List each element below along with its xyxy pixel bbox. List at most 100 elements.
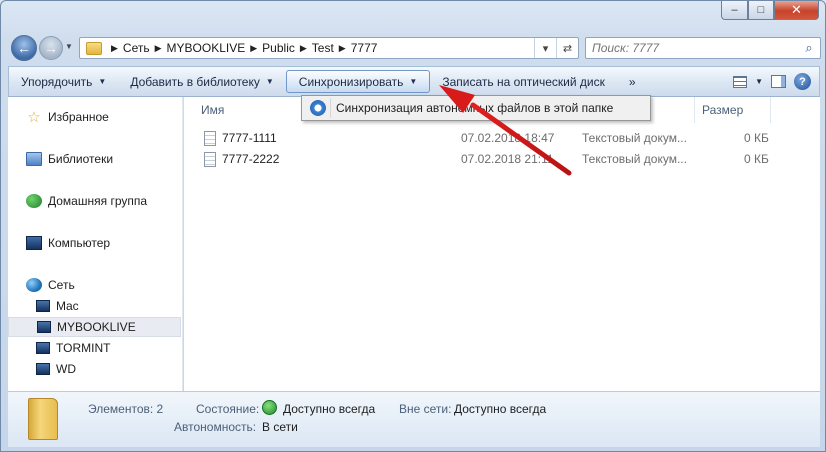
breadcrumb-separator-icon[interactable]: ▶ — [250, 43, 257, 54]
back-button[interactable]: ← — [11, 35, 37, 61]
nav-item-label: WD — [56, 362, 76, 376]
nav-libraries[interactable]: Библиотеки — [8, 149, 181, 169]
maximize-button[interactable]: □ — [748, 1, 774, 20]
nav-favorites[interactable]: ☆ Избранное — [8, 107, 181, 127]
breadcrumb-7777[interactable]: 7777 — [351, 41, 378, 55]
nav-item-label: Mac — [56, 299, 79, 313]
text-document-icon — [204, 152, 216, 167]
breadcrumb-mybooklive[interactable]: MYBOOKLIVE — [167, 41, 246, 55]
burn-label: Записать на оптический диск — [442, 74, 605, 89]
column-header-name[interactable]: Имя — [201, 103, 224, 117]
status-label: Состояние: — [196, 402, 260, 416]
preview-pane-icon[interactable] — [771, 75, 786, 88]
add-to-library-button[interactable]: Добавить в библиотеку ▼ — [118, 70, 285, 93]
help-icon[interactable]: ? — [794, 73, 811, 90]
nav-computer-label: Компьютер — [48, 236, 111, 250]
maximize-icon: □ — [757, 4, 765, 16]
chevron-down-icon[interactable]: ▼ — [755, 77, 763, 86]
network-icon — [26, 278, 42, 292]
breadcrumb-separator-icon[interactable]: ▶ — [155, 43, 162, 54]
nav-item-label: TORMINT — [56, 341, 111, 355]
toolbar-right: ▼ ? — [733, 73, 819, 90]
column-divider[interactable] — [694, 97, 695, 123]
file-row[interactable]: 7777-2222 07.02.2018 21:11 Текстовый док… — [184, 149, 820, 169]
navigation-row: ← → ▼ ▶ Сеть ▶ MYBOOKLIVE ▶ Public ▶ Tes… — [9, 35, 821, 61]
organize-button[interactable]: Упорядочить ▼ — [9, 70, 118, 93]
address-dropdown-button[interactable]: ▾ — [534, 38, 556, 58]
chevron-down-icon: ▾ — [542, 42, 549, 55]
view-options-icon[interactable] — [733, 75, 748, 88]
status-value: Доступно всегда — [283, 402, 376, 416]
search-icon[interactable]: ⌕ — [798, 40, 820, 56]
text-document-icon — [204, 131, 216, 146]
close-icon: ✕ — [791, 2, 802, 17]
file-date: 07.02.2018 21:11 — [461, 152, 554, 166]
breadcrumb-public[interactable]: Public — [262, 41, 295, 55]
file-list: Имя Размер 7777-1111 07.02.2018 18:47 Те… — [184, 97, 820, 391]
breadcrumb-separator-icon[interactable]: ▶ — [339, 43, 346, 54]
sync-label: Синхронизировать — [298, 74, 404, 89]
nav-network-wd[interactable]: WD — [8, 359, 181, 379]
breadcrumb-network[interactable]: Сеть — [123, 41, 150, 55]
search-box[interactable]: ⌕ — [585, 37, 821, 59]
network-computer-icon — [37, 321, 51, 333]
sync-icon — [310, 100, 326, 116]
column-divider[interactable] — [770, 97, 771, 123]
nav-network[interactable]: Сеть — [8, 275, 181, 295]
command-bar: Упорядочить ▼ Добавить в библиотеку ▼ Си… — [8, 66, 820, 97]
address-bar[interactable]: ▶ Сеть ▶ MYBOOKLIVE ▶ Public ▶ Test ▶ 77… — [79, 37, 579, 59]
sync-offline-files-label: Синхронизация автономных файлов в этой п… — [336, 101, 614, 115]
breadcrumb-separator-icon[interactable]: ▶ — [300, 43, 307, 54]
homegroup-icon — [26, 194, 42, 208]
nav-computer[interactable]: Компьютер — [8, 233, 181, 253]
recent-pages-dropdown-icon[interactable]: ▼ — [65, 42, 73, 51]
nav-libraries-label: Библиотеки — [48, 152, 114, 166]
library-icon — [26, 152, 42, 166]
add-to-library-label: Добавить в библиотеку — [130, 74, 260, 89]
nav-network-tormint[interactable]: TORMINT — [8, 338, 181, 358]
more-commands-button[interactable]: » — [617, 70, 648, 93]
more-commands-label: » — [628, 74, 636, 89]
chevron-down-icon: ▼ — [265, 77, 274, 86]
chevron-down-icon: ▼ — [409, 77, 418, 86]
minimize-icon: ‒ — [731, 4, 738, 16]
offline-value: Доступно всегда — [454, 402, 547, 416]
caption-buttons: ‒ □ ✕ — [721, 1, 819, 20]
search-input[interactable] — [592, 41, 792, 55]
folder-icon — [86, 41, 102, 55]
autonomy-value: В сети — [262, 420, 298, 434]
minimize-button[interactable]: ‒ — [721, 1, 748, 20]
back-arrow-icon: ← — [17, 40, 31, 56]
burn-button[interactable]: Записать на оптический диск — [430, 70, 617, 93]
network-computer-icon — [36, 342, 50, 354]
file-size: 0 КБ — [744, 152, 769, 166]
nav-network-mac[interactable]: Mac — [8, 296, 181, 316]
column-header-size[interactable]: Размер — [702, 103, 743, 117]
star-icon: ☆ — [27, 109, 41, 126]
breadcrumb-separator-icon[interactable]: ▶ — [111, 43, 118, 54]
computer-icon — [26, 236, 42, 250]
nav-item-label: MYBOOKLIVE — [57, 320, 136, 334]
offline-label: Вне сети: — [399, 402, 452, 416]
breadcrumb-test[interactable]: Test — [312, 41, 334, 55]
network-computer-icon — [36, 363, 50, 375]
forward-button[interactable]: → — [39, 36, 63, 60]
nav-favorites-label: Избранное — [48, 110, 109, 124]
refresh-icon: ⇄ — [562, 42, 573, 55]
item-count: Элементов: 2 — [88, 402, 164, 416]
autonomy-label: Автономность: — [174, 420, 257, 434]
navigation-pane: ☆ Избранное Библиотеки Домашняя группа К… — [8, 97, 183, 391]
refresh-button[interactable]: ⇄ — [556, 38, 578, 58]
organize-label: Упорядочить — [21, 74, 93, 89]
nav-network-label: Сеть — [48, 278, 75, 292]
file-date: 07.02.2018 18:47 — [461, 131, 555, 145]
sync-offline-files-menu-item[interactable]: Синхронизация автономных файлов в этой п… — [304, 98, 648, 118]
file-size: 0 КБ — [744, 131, 769, 145]
close-button[interactable]: ✕ — [774, 1, 819, 20]
file-row[interactable]: 7777-1111 07.02.2018 18:47 Текстовый док… — [184, 128, 820, 148]
network-computer-icon — [36, 300, 50, 312]
nav-network-mybooklive[interactable]: MYBOOKLIVE — [8, 317, 181, 337]
nav-homegroup[interactable]: Домашняя группа — [8, 191, 181, 211]
sync-button[interactable]: Синхронизировать ▼ — [285, 70, 431, 93]
explorer-window: ‒ □ ✕ ← → ▼ ▶ Сеть ▶ MYBOOKLIVE ▶ Public… — [0, 0, 826, 452]
